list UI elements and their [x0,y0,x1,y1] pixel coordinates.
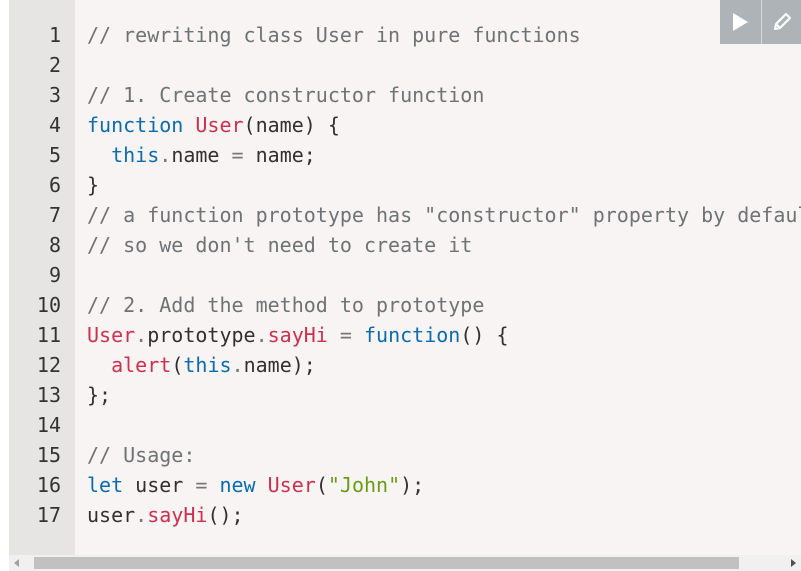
code-token: () { [460,323,509,347]
code-token: new [219,473,256,497]
edit-button[interactable] [761,0,801,44]
line-number: 4 [48,113,61,137]
line-number: 10 [36,293,61,317]
code-token: } [87,173,100,197]
code-token: // so we don't need to create it [87,233,473,257]
code-token: }; [87,383,112,407]
code-line: } [87,170,99,200]
code-token: this [183,353,232,377]
code-token: = [195,473,208,497]
code-token: // 2. Add the method to prototype [87,293,485,317]
code-line: this.name = name; [87,140,316,170]
code-line: // 1. Create constructor function [87,80,484,110]
code-token: // 1. Create constructor function [87,83,485,107]
code-token: . [231,353,244,377]
scrollbar-thumb[interactable] [34,557,739,569]
code-line: function User(name) { [87,110,340,140]
code-token: = [339,323,352,347]
code-token: . [135,503,148,527]
play-icon [733,13,748,31]
code-token: function [364,323,461,347]
pencil-icon [774,13,791,30]
scroll-right-arrow-icon [791,559,796,567]
code-token: "John" [327,473,401,497]
line-number: 17 [36,503,61,527]
code-line: let user = new User("John"); [87,470,424,500]
code-token: // rewriting class User in pure function… [87,23,581,47]
horizontal-scrollbar[interactable] [9,555,801,571]
line-number: 12 [36,353,61,377]
line-number: 16 [36,473,61,497]
code-line: // rewriting class User in pure function… [87,20,581,50]
code-line: // 2. Add the method to prototype [87,290,484,320]
code-line: // a function prototype has "constructor… [87,200,801,230]
code-token: (name) { [243,113,340,137]
code-token: // Usage: [87,443,196,467]
code-token: // a function prototype has "constructor… [87,203,801,227]
code-token: name [171,143,232,167]
scroll-left-button[interactable] [9,555,25,571]
line-number: 5 [48,143,61,167]
code-token: ( [315,473,328,497]
code-token: . [135,323,148,347]
code-token: sayHi [267,323,328,347]
code-toolbar [720,0,801,44]
code-line: }; [87,380,111,410]
code-token: let [87,473,124,497]
code-token: name; [243,143,316,167]
line-number: 3 [48,83,61,107]
code-token: . [255,323,268,347]
code-token: (); [207,503,244,527]
code-line: alert(this.name); [87,350,316,380]
code-token: ( [171,353,184,377]
code-token: = [231,143,244,167]
code-token: name); [243,353,316,377]
line-number: 15 [36,443,61,467]
line-number: 9 [48,263,61,287]
scroll-left-arrow-icon [14,559,19,567]
scroll-right-button[interactable] [785,555,801,571]
line-number: 7 [48,203,61,227]
code-editor[interactable]: 1 // rewriting class User in pure functio… [9,0,801,555]
line-number: 2 [48,53,61,77]
code-line: // so we don't need to create it [87,230,472,260]
code-token: alert [111,353,172,377]
code-token: this [111,143,160,167]
line-number: 14 [36,413,61,437]
code-token: function [87,113,184,137]
code-line: user.sayHi(); [87,500,244,530]
line-number: 8 [48,233,61,257]
line-number: 13 [36,383,61,407]
run-button[interactable] [720,0,760,44]
code-token: User [195,113,244,137]
code-token: prototype [147,323,256,347]
code-token: sayHi [147,503,208,527]
code-token: . [159,143,172,167]
code-token: User [267,473,316,497]
code-line: // Usage: [87,440,195,470]
line-number: 1 [48,23,61,47]
code-token: user [87,503,136,527]
code-token: user [123,473,196,497]
line-number: 11 [36,323,61,347]
line-number: 6 [48,173,61,197]
code-line: User.prototype.sayHi = function() { [87,320,509,350]
code-token: ); [400,473,425,497]
code-token: User [87,323,136,347]
